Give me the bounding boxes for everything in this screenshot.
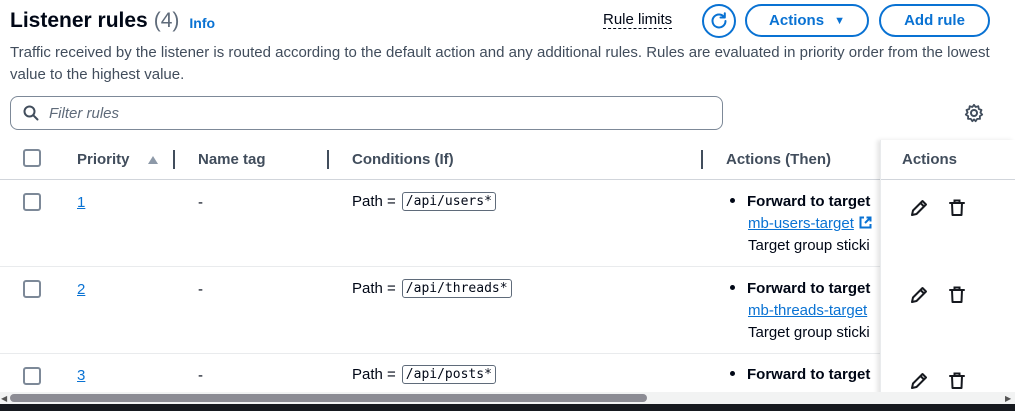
target-group-link[interactable]: mb-threads-target [748, 300, 880, 322]
condition-path: /api/threads* [401, 279, 512, 298]
action-cell: Forward to target mb-threads-target Targ… [730, 278, 880, 344]
bullet [730, 197, 735, 203]
gear-icon [964, 103, 984, 123]
bullet [730, 370, 735, 376]
header-divider [881, 179, 1015, 180]
action-cell: Forward to target mb-users-target Target… [730, 191, 880, 257]
stickiness-text: Target group sticki [748, 324, 870, 341]
action-title: Forward to target [747, 280, 871, 297]
search-icon [23, 105, 39, 121]
row-checkbox[interactable] [23, 280, 41, 298]
actions-dropdown-button[interactable]: Actions ▼ [745, 4, 869, 37]
rule-limits-link[interactable]: Rule limits [603, 11, 673, 29]
table-row: 1 - Path = /api/users* Forward to target… [0, 180, 1015, 267]
condition-label: Path = [352, 280, 396, 297]
filter-box[interactable] [10, 96, 723, 130]
bullet [730, 284, 735, 290]
pencil-icon[interactable] [909, 198, 929, 218]
actions-button-label: Actions [769, 12, 825, 29]
external-link-icon [859, 216, 872, 229]
condition-path: /api/users* [401, 192, 496, 211]
name-tag-value: - [198, 367, 203, 384]
pencil-icon[interactable] [909, 371, 929, 391]
table-row: 3 - Path = /api/posts* Forward to target [0, 354, 1015, 392]
priority-link[interactable]: 2 [77, 281, 85, 298]
table-head: Priority Name tag Conditions (If) Action… [0, 140, 1015, 180]
scrollbar-thumb[interactable] [10, 394, 647, 402]
name-tag-value: - [198, 194, 203, 211]
row-actions [909, 285, 967, 305]
action-title: Forward to target [747, 193, 871, 210]
table-header: Listener rules (4) Info [10, 6, 215, 36]
condition-cell: Path = /api/posts* [352, 365, 496, 384]
window-bottom-edge [0, 404, 1015, 411]
pencil-icon[interactable] [909, 285, 929, 305]
trash-icon[interactable] [947, 198, 967, 218]
rule-count: (4) [153, 9, 180, 32]
scroll-left-icon[interactable]: ◀ [1, 394, 7, 403]
priority-link[interactable]: 1 [77, 194, 85, 211]
column-header-actions-then[interactable]: Actions (Then) [726, 151, 831, 168]
horizontal-scrollbar[interactable]: ◀ ▶ [0, 392, 1015, 404]
target-group-link[interactable]: mb-users-target [748, 213, 880, 235]
trash-icon[interactable] [947, 285, 967, 305]
target-group-name: mb-users-target [748, 215, 854, 232]
row-checkbox[interactable] [23, 193, 41, 211]
row-checkbox[interactable] [23, 367, 41, 385]
column-header-conditions[interactable]: Conditions (If) [352, 151, 454, 168]
add-rule-label: Add rule [904, 12, 965, 29]
condition-cell: Path = /api/users* [352, 192, 496, 211]
sticky-actions-column: Actions [880, 140, 1015, 400]
settings-button[interactable] [964, 103, 984, 123]
description-text: Traffic received by the listener is rout… [10, 44, 990, 83]
trash-icon[interactable] [947, 371, 967, 391]
name-tag-value: - [198, 281, 203, 298]
column-header-name-tag[interactable]: Name tag [198, 151, 266, 168]
refresh-icon [711, 12, 727, 29]
select-all-checkbox[interactable] [23, 149, 41, 167]
action-title: Forward to target [747, 366, 871, 383]
refresh-button[interactable] [702, 4, 736, 38]
condition-label: Path = [352, 366, 396, 383]
condition-cell: Path = /api/threads* [352, 279, 512, 298]
condition-path: /api/posts* [401, 365, 496, 384]
add-rule-button[interactable]: Add rule [879, 4, 990, 37]
table-row: 2 - Path = /api/threads* Forward to targ… [0, 267, 1015, 354]
column-divider[interactable] [327, 150, 329, 169]
column-header-priority[interactable]: Priority [77, 151, 130, 168]
condition-label: Path = [352, 193, 396, 210]
column-divider[interactable] [173, 150, 175, 169]
scroll-right-icon[interactable]: ▶ [1005, 394, 1011, 403]
caret-down-icon: ▼ [834, 14, 845, 27]
column-header-actions: Actions [902, 151, 958, 168]
stickiness-text: Target group sticki [748, 237, 870, 254]
sort-ascending-icon[interactable] [147, 155, 159, 165]
row-actions [909, 371, 967, 391]
column-divider[interactable] [701, 150, 703, 169]
action-cell: Forward to target [730, 364, 880, 386]
row-actions [909, 198, 967, 218]
info-link[interactable]: Info [189, 15, 215, 31]
priority-link[interactable]: 3 [77, 367, 85, 384]
filter-input[interactable] [49, 104, 689, 122]
page-title: Listener rules [10, 9, 148, 32]
